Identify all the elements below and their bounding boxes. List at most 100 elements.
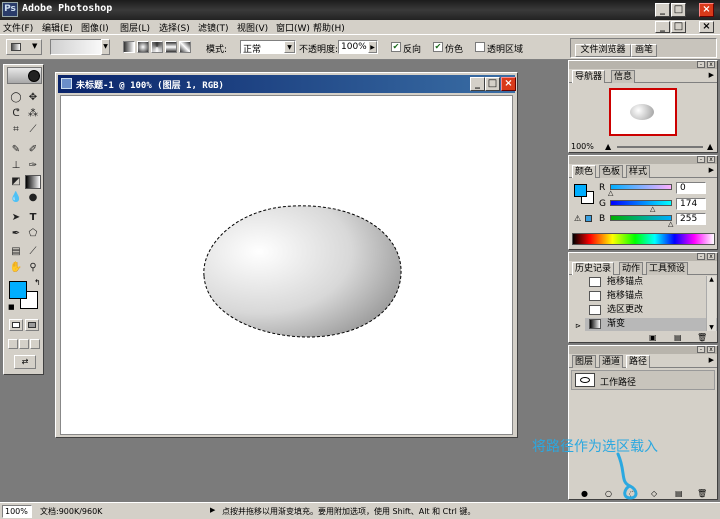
swap-colors-icon[interactable]: ↰ xyxy=(34,278,41,287)
mode-select[interactable]: 正常 ▼ xyxy=(240,40,296,55)
opacity-input[interactable]: 100% ▶ xyxy=(338,40,378,54)
palette-minimize-button[interactable]: - xyxy=(697,253,705,260)
menu-select[interactable]: 选择(S) xyxy=(159,21,190,34)
g-slider-handle[interactable]: △ xyxy=(650,205,655,213)
history-item[interactable]: 拖移锚点 xyxy=(585,276,717,289)
palette-close-button[interactable]: x xyxy=(707,253,715,260)
maximize-button[interactable]: □ xyxy=(671,3,686,17)
navigator-zoom-slider[interactable] xyxy=(617,146,703,148)
gamut-warning-icon[interactable]: ⚠ xyxy=(574,214,581,223)
tab-swatches[interactable]: 色板 xyxy=(599,165,624,178)
menu-view[interactable]: 视图(V) xyxy=(237,21,268,34)
navigator-zoom[interactable]: 100% xyxy=(571,142,594,151)
tab-styles[interactable]: 样式 xyxy=(626,165,651,178)
palette-grip[interactable] xyxy=(569,61,717,69)
transparency-checkbox[interactable] xyxy=(475,42,485,52)
palette-menu-icon[interactable]: ▶ xyxy=(709,71,714,79)
menu-edit[interactable]: 编辑(E) xyxy=(42,21,73,34)
pen-tool-icon[interactable]: ✒ xyxy=(8,227,24,241)
gradient-tool-icon[interactable] xyxy=(25,175,41,189)
palette-grip[interactable] xyxy=(569,156,717,164)
path-item-work-path[interactable]: 工作路径 xyxy=(571,370,715,390)
screen-mode-standard-button[interactable] xyxy=(8,339,18,349)
doc-window-minimize-button[interactable]: _ xyxy=(470,77,485,91)
palette-close-button[interactable]: x xyxy=(707,61,715,68)
new-path-icon[interactable]: ▤ xyxy=(675,489,683,498)
new-document-icon[interactable]: ▤ xyxy=(674,333,682,342)
tab-info[interactable]: 信息 xyxy=(611,70,636,83)
reflected-gradient-button[interactable] xyxy=(165,41,177,53)
crop-tool-icon[interactable]: ⌗ xyxy=(8,123,24,137)
linear-gradient-button[interactable] xyxy=(123,41,135,53)
zoom-in-icon[interactable]: ▲ xyxy=(707,142,713,151)
history-scrollbar[interactable]: ▲ ▼ xyxy=(706,276,716,331)
history-item[interactable]: 拖移锚点 xyxy=(585,290,717,303)
new-snapshot-icon[interactable]: ▣ xyxy=(649,333,657,342)
palette-grip[interactable] xyxy=(569,253,717,261)
notes-tool-icon[interactable]: ▤ xyxy=(8,245,24,259)
file-browser-tab[interactable]: 文件浏览器 xyxy=(575,44,631,57)
photoshop-eye-icon[interactable] xyxy=(7,67,42,84)
navigator-preview[interactable] xyxy=(609,88,677,136)
jump-to-imageready-button[interactable]: ⇄ xyxy=(14,355,36,369)
move-tool-icon[interactable]: ✥ xyxy=(25,91,41,105)
menu-filter[interactable]: 滤镜(T) xyxy=(198,21,229,34)
menu-image[interactable]: 图像(I) xyxy=(81,21,109,34)
dither-checkbox[interactable]: ✔ xyxy=(433,42,443,52)
palette-minimize-button[interactable]: - xyxy=(697,156,705,163)
history-brush-tool-icon[interactable]: ✑ xyxy=(25,159,41,173)
magic-wand-tool-icon[interactable]: ⁂ xyxy=(25,107,41,121)
delete-path-icon[interactable]: 🗑 xyxy=(697,489,707,498)
fill-path-icon[interactable]: ● xyxy=(581,489,588,498)
hand-tool-icon[interactable]: ✋ xyxy=(8,261,24,275)
g-slider[interactable] xyxy=(610,200,672,206)
quick-mask-mode-button[interactable] xyxy=(25,319,39,331)
menu-file[interactable]: 文件(F) xyxy=(3,21,33,34)
standard-mode-button[interactable] xyxy=(9,319,23,331)
history-item[interactable]: 选区更改 xyxy=(585,304,717,317)
eyedropper-tool-icon[interactable]: ⟋ xyxy=(25,245,41,259)
minimize-button[interactable]: _ xyxy=(655,3,670,17)
tool-preset-picker[interactable]: ▼ xyxy=(6,39,42,55)
gamut-color-swatch[interactable] xyxy=(585,215,592,222)
zoom-out-icon[interactable]: ▲ xyxy=(605,142,611,151)
palette-close-button[interactable]: x xyxy=(707,346,715,353)
close-button[interactable]: × xyxy=(699,3,714,17)
doc-close-button[interactable]: × xyxy=(699,21,714,33)
diamond-gradient-button[interactable] xyxy=(179,41,191,53)
tab-navigator[interactable]: 导航器 xyxy=(572,70,606,83)
lasso-tool-icon[interactable]: ᕦ xyxy=(8,107,24,121)
b-slider[interactable] xyxy=(610,215,672,221)
radial-gradient-button[interactable] xyxy=(137,41,149,53)
trash-icon[interactable]: 🗑 xyxy=(697,333,707,342)
tab-tool-presets[interactable]: 工具预设 xyxy=(646,262,689,275)
history-item-active[interactable]: 渐变 xyxy=(585,318,717,331)
document-title-bar[interactable]: 未标题-1 @ 100% (图层 1, RGB) _ □ × xyxy=(58,75,516,93)
tab-paths[interactable]: 路径 xyxy=(626,355,651,368)
eraser-tool-icon[interactable]: ◩ xyxy=(8,175,24,189)
healing-brush-tool-icon[interactable]: ✎ xyxy=(8,143,24,157)
r-slider[interactable] xyxy=(610,184,672,190)
type-tool-icon[interactable]: T xyxy=(25,211,41,225)
b-slider-handle[interactable]: △ xyxy=(668,220,673,228)
make-work-path-icon[interactable]: ◇ xyxy=(651,489,657,498)
color-foreground-swatch[interactable] xyxy=(574,184,587,197)
palette-minimize-button[interactable]: - xyxy=(697,61,705,68)
tab-actions[interactable]: 动作 xyxy=(619,262,644,275)
menu-layer[interactable]: 图层(L) xyxy=(120,21,150,34)
blur-tool-icon[interactable]: 💧 xyxy=(8,191,24,205)
doc-window-close-button[interactable]: × xyxy=(501,77,516,91)
stroke-path-icon[interactable]: ○ xyxy=(605,489,612,498)
palette-menu-icon[interactable]: ▶ xyxy=(709,166,714,174)
canvas[interactable] xyxy=(60,95,513,435)
reverse-checkbox[interactable]: ✔ xyxy=(391,42,401,52)
default-colors-icon[interactable]: ■ xyxy=(8,303,15,311)
tab-layers[interactable]: 图层 xyxy=(572,355,597,368)
g-value-input[interactable]: 174 xyxy=(676,198,706,210)
r-value-input[interactable]: 0 xyxy=(676,182,706,194)
doc-minimize-button[interactable]: _ xyxy=(655,21,670,33)
palette-minimize-button[interactable]: - xyxy=(697,346,705,353)
palette-grip[interactable] xyxy=(569,346,717,354)
angle-gradient-button[interactable] xyxy=(151,41,163,53)
r-slider-handle[interactable]: △ xyxy=(608,189,613,197)
